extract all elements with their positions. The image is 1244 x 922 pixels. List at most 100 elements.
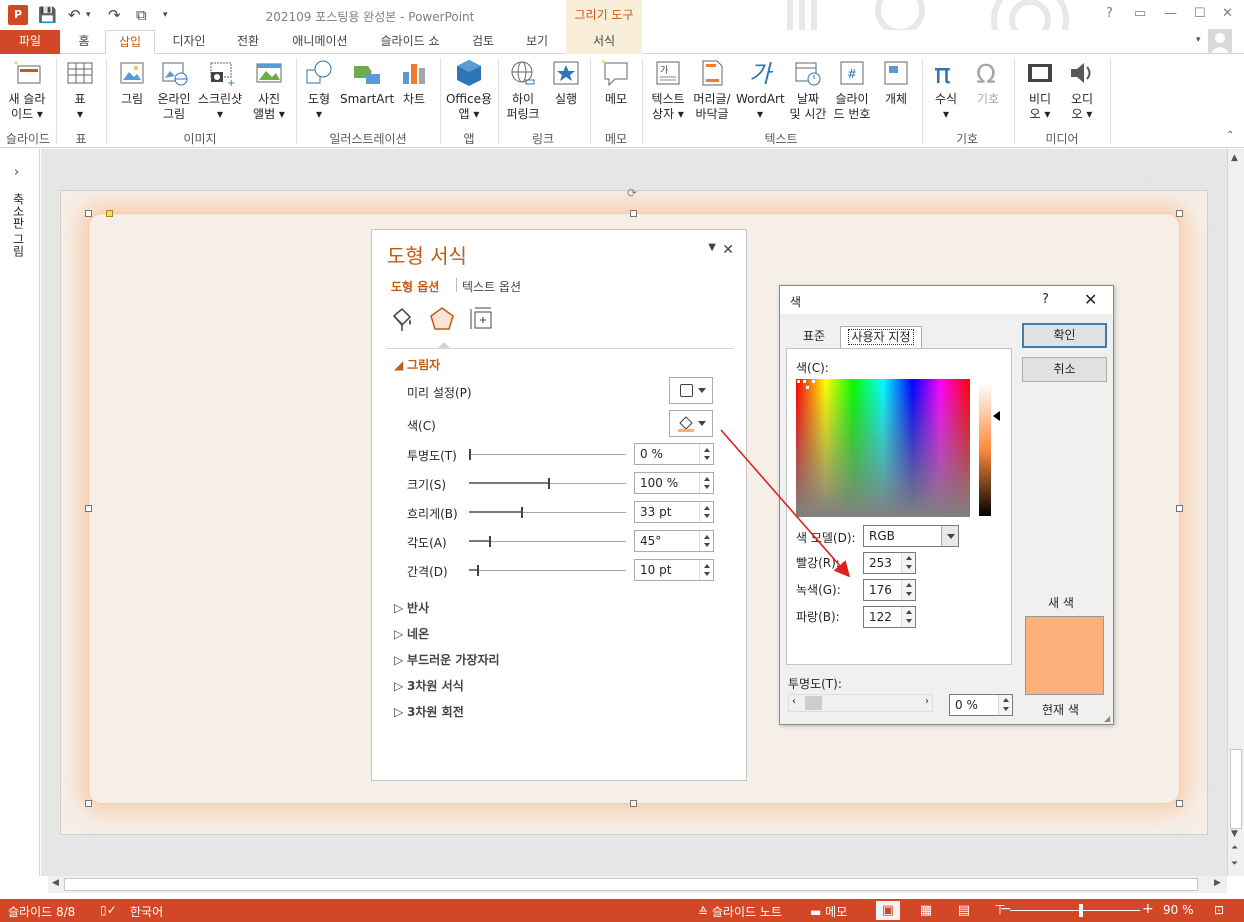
effects-icon[interactable]	[429, 306, 455, 332]
spinner[interactable]	[699, 560, 713, 580]
section-soft-edges[interactable]: ▷ 부드러운 가장자리	[394, 651, 500, 668]
transparency-input[interactable]: 0 %	[634, 443, 714, 465]
smartart-button[interactable]: SmartArt	[340, 58, 394, 107]
chart-button[interactable]: 차트	[396, 58, 432, 107]
screenshot-button[interactable]: + 스크린샷 ▾	[196, 58, 244, 122]
language-indicator[interactable]: 한국어	[130, 903, 163, 920]
next-slide-icon[interactable]: ⏷	[1231, 859, 1238, 869]
collapse-ribbon-icon[interactable]: ⌃	[1226, 130, 1234, 141]
vertical-scroll-thumb[interactable]	[1230, 749, 1242, 829]
transparency-slider[interactable]	[469, 449, 626, 460]
ribbon-display-icon[interactable]: ▭	[1134, 6, 1146, 21]
spinner[interactable]	[901, 553, 915, 573]
tab-design[interactable]: 디자인	[162, 30, 216, 54]
resize-handle[interactable]	[1176, 505, 1183, 512]
close-dialog-icon[interactable]: ✕	[1084, 290, 1097, 309]
fill-line-icon[interactable]	[388, 306, 414, 332]
color-spectrum[interactable]	[796, 379, 970, 517]
account-dropdown-icon[interactable]: ▾	[1196, 35, 1201, 45]
spinner[interactable]	[699, 531, 713, 551]
audio-button[interactable]: 오디 오 ▾	[1062, 58, 1102, 122]
comment-button[interactable]: 메모	[596, 58, 636, 107]
help-icon[interactable]: ?	[1042, 292, 1049, 307]
tab-home[interactable]: 홈	[68, 30, 100, 54]
scroll-left-icon[interactable]: ◀	[52, 878, 59, 888]
avatar[interactable]	[1208, 29, 1232, 53]
color-model-select[interactable]: RGB	[863, 525, 959, 547]
color-dropdown[interactable]	[669, 410, 713, 437]
chevron-left-icon[interactable]: ‹	[792, 696, 796, 707]
date-time-button[interactable]: 날짜 및 시간	[786, 58, 830, 122]
office-apps-button[interactable]: Office용 앱 ▾	[444, 58, 494, 122]
resize-handle[interactable]	[1176, 210, 1183, 217]
resize-grip-icon[interactable]: ◢	[1104, 714, 1110, 723]
wordart-button[interactable]: 가 WordArt ▾	[736, 58, 785, 122]
video-button[interactable]: 비디 오 ▾	[1020, 58, 1060, 122]
shapes-button[interactable]: 도형 ▾	[300, 58, 338, 122]
section-3d-rotation[interactable]: ▷ 3차원 회전	[394, 703, 464, 720]
normal-view-icon[interactable]: ▣	[876, 901, 900, 920]
angle-slider[interactable]	[469, 536, 626, 547]
picture-button[interactable]: 그림	[112, 58, 152, 107]
resize-handle[interactable]	[85, 505, 92, 512]
photo-album-button[interactable]: 사진 앨범 ▾	[248, 58, 290, 122]
tab-view[interactable]: 보기	[514, 30, 560, 54]
pane-options-icon[interactable]: ▼	[708, 242, 716, 253]
zoom-slider-thumb[interactable]	[1079, 904, 1083, 917]
horizontal-scrollbar[interactable]: ◀ ▶	[48, 876, 1227, 893]
object-button[interactable]: 개체	[876, 58, 916, 107]
dialog-transparency-input[interactable]: 0 %	[949, 694, 1013, 716]
tab-review[interactable]: 검토	[460, 30, 506, 54]
fit-to-window-icon[interactable]: ⊡	[1214, 903, 1224, 917]
close-window-icon[interactable]: ✕	[1222, 6, 1233, 21]
rotate-handle-icon[interactable]: ⟳	[627, 186, 637, 200]
tab-insert[interactable]: 삽입	[105, 30, 155, 55]
dialog-transparency-slider[interactable]: ‹ ›	[788, 694, 933, 712]
tab-shape-options[interactable]: 도형 옵션	[391, 278, 439, 295]
zoom-slider[interactable]	[1010, 910, 1140, 911]
zoom-out-icon[interactable]: −	[1000, 901, 1012, 917]
tab-transitions[interactable]: 전환	[226, 30, 270, 54]
section-glow[interactable]: ▷ 네온	[394, 625, 429, 642]
luminance-pointer-icon[interactable]	[993, 411, 1000, 421]
maximize-icon[interactable]: ☐	[1194, 6, 1206, 21]
spinner[interactable]	[998, 695, 1012, 715]
scroll-down-icon[interactable]: ▼	[1231, 829, 1238, 839]
red-input[interactable]: 253	[863, 552, 916, 574]
size-slider[interactable]	[469, 478, 626, 489]
slide-sorter-icon[interactable]: ▦	[914, 901, 938, 920]
spinner[interactable]	[699, 502, 713, 522]
symbol-button[interactable]: Ω 기호	[968, 58, 1008, 107]
header-footer-button[interactable]: 머리글/ 바닥글	[690, 58, 734, 122]
text-box-button[interactable]: 가 텍스트 상자 ▾	[646, 58, 690, 122]
distance-input[interactable]: 10 pt	[634, 559, 714, 581]
minimize-icon[interactable]: —	[1164, 6, 1177, 21]
zoom-in-icon[interactable]: +	[1142, 901, 1154, 917]
equation-button[interactable]: π 수식 ▾	[926, 58, 966, 122]
notes-button[interactable]: ≙ 슬라이드 노트	[698, 903, 782, 920]
previous-slide-icon[interactable]: ⏶	[1231, 843, 1238, 853]
distance-slider[interactable]	[469, 565, 626, 576]
size-input[interactable]: 100 %	[634, 472, 714, 494]
resize-handle[interactable]	[630, 800, 637, 807]
hyperlink-button[interactable]: 하이 퍼링크	[502, 58, 544, 122]
tab-text-options[interactable]: 텍스트 옵션	[462, 278, 521, 295]
tab-animations[interactable]: 애니메이션	[280, 30, 360, 54]
slide-number-button[interactable]: # 슬라이 드 번호	[830, 58, 874, 122]
new-slide-button[interactable]: 새 슬라 이드 ▾	[4, 58, 50, 122]
resize-handle[interactable]	[1176, 800, 1183, 807]
tab-slideshow[interactable]: 슬라이드 쇼	[370, 30, 450, 54]
reading-view-icon[interactable]: ▤	[952, 901, 976, 920]
expand-thumbnails-icon[interactable]: ›	[14, 165, 19, 180]
tab-file[interactable]: 파일	[0, 30, 60, 54]
blur-input[interactable]: 33 pt	[634, 501, 714, 523]
online-picture-button[interactable]: 온라인 그림	[153, 58, 195, 122]
spinner[interactable]	[901, 580, 915, 600]
preset-dropdown[interactable]	[669, 377, 713, 404]
scroll-right-icon[interactable]: ▶	[1214, 878, 1221, 888]
close-pane-icon[interactable]: ✕	[722, 242, 734, 258]
dialog-transparency-thumb[interactable]	[805, 696, 822, 710]
section-3d-format[interactable]: ▷ 3차원 서식	[394, 677, 464, 694]
chevron-right-icon[interactable]: ›	[925, 696, 929, 707]
section-reflection[interactable]: ▷ 반사	[394, 599, 429, 616]
